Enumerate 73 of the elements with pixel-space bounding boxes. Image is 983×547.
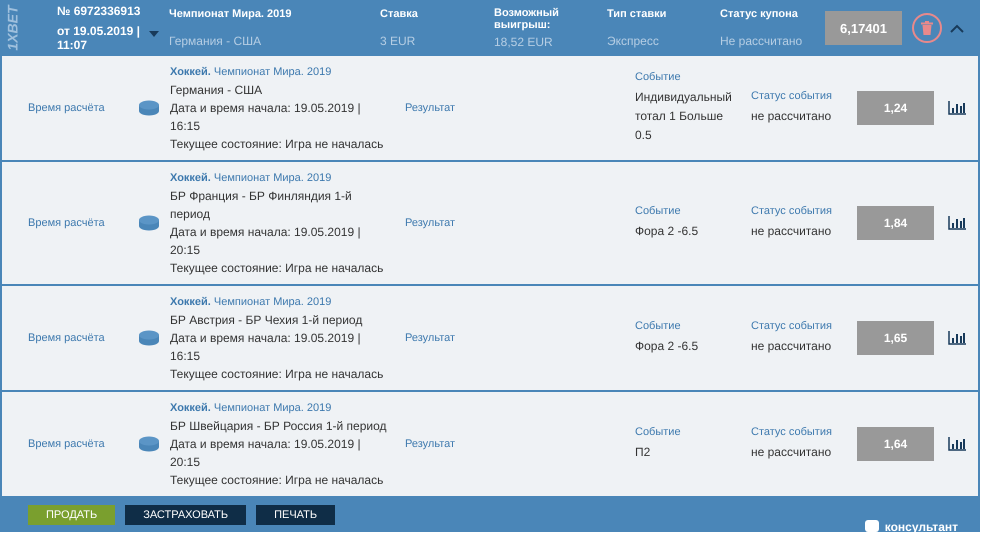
current-state: Текущее состояние: Игра не началась: [170, 136, 384, 153]
column-value: Экспресс: [607, 34, 660, 48]
settle-time-label: Время расчёта: [27, 102, 106, 114]
event-label: Событие: [635, 320, 682, 332]
match-name: БР Швейцария - БР Россия 1-й период: [170, 418, 388, 435]
puck-icon: [138, 436, 160, 452]
start-time: Дата и время начала: 19.05.2019 | 20:15: [170, 224, 362, 259]
bar-chart-icon[interactable]: [948, 437, 966, 451]
result-label: Результат: [405, 332, 456, 344]
settle-time-label: Время расчёта: [27, 217, 106, 229]
status-label: Статус события: [751, 426, 833, 438]
column-label: Чемпионат Мира. 2019: [169, 8, 293, 20]
status-label: Статус события: [751, 90, 833, 102]
league-text: Хоккей. Чемпионат Мира. 2019: [170, 171, 332, 186]
column-value: 18,52 EUR: [494, 35, 554, 49]
event-value: П2: [635, 444, 652, 461]
puck-icon: [138, 215, 160, 231]
puck-icon: [138, 100, 160, 116]
column-label: Возможный выигрыш:: [494, 7, 560, 31]
result-label: Результат: [405, 217, 456, 229]
total-odds: 6,17401: [825, 11, 902, 45]
event-value: Фора 2 -6.5: [635, 338, 700, 355]
match-name: БР Франция - БР Финляндия 1-й период: [170, 188, 353, 223]
bar-chart-icon[interactable]: [948, 216, 966, 230]
chat-label[interactable]: консультант: [884, 520, 958, 534]
status-label: Статус события: [751, 205, 833, 217]
column-value: 3 EUR: [380, 34, 416, 48]
chat-icon[interactable]: [864, 520, 879, 532]
action-button[interactable]: ЗАСТРАХОВАТЬ: [125, 505, 246, 525]
logo: 1XBET: [5, 5, 21, 51]
settle-time-label: Время расчёта: [27, 438, 106, 450]
start-time: Дата и время начала: 19.05.2019 | 16:15: [170, 100, 362, 135]
status-label: Статус события: [751, 320, 833, 332]
bar-chart-icon[interactable]: [948, 331, 966, 345]
start-time: Дата и время начала: 19.05.2019 | 20:15: [170, 436, 362, 471]
event-label: Событие: [635, 205, 682, 217]
event-label: Событие: [635, 71, 682, 83]
coupon-number: № 6972336913: [57, 4, 142, 18]
status-value: не рассчитано: [751, 444, 832, 461]
league-text: Хоккей. Чемпионат Мира. 2019: [170, 401, 332, 416]
column-value: Не рассчитано: [720, 34, 804, 48]
action-button[interactable]: ПЕЧАТЬ: [256, 505, 336, 525]
coupon-date: от 19.05.2019 | 11:07: [57, 24, 141, 52]
puck-icon: [138, 330, 160, 346]
league-text: Хоккей. Чемпионат Мира. 2019: [170, 295, 332, 310]
column-label: Ставка: [380, 8, 419, 20]
settle-time-label: Время расчёта: [27, 332, 106, 344]
odds-value: 1,84: [857, 206, 934, 240]
result-label: Результат: [405, 438, 456, 450]
match-name: БР Австрия - БР Чехия 1-й период: [170, 312, 364, 329]
event-value: Фора 2 -6.5: [635, 223, 700, 240]
column-value: Германия - США: [169, 34, 262, 48]
status-value: не рассчитано: [751, 108, 832, 125]
odds-value: 1,65: [857, 321, 934, 355]
event-value: Индивидуальный тотал 1 Больше 0.5: [635, 89, 733, 144]
column-label: Статус купона: [720, 8, 799, 20]
match-name: Германия - США: [170, 82, 264, 99]
odds-value: 1,24: [857, 91, 934, 125]
current-state: Текущее состояние: Игра не началась: [170, 472, 384, 489]
dropdown-icon[interactable]: [149, 31, 159, 37]
current-state: Текущее состояние: Игра не началась: [170, 260, 384, 277]
collapse-icon[interactable]: [950, 24, 964, 32]
bar-chart-icon[interactable]: [948, 101, 966, 115]
event-label: Событие: [635, 426, 682, 438]
trash-icon: [921, 21, 933, 35]
start-time: Дата и время начала: 19.05.2019 | 16:15: [170, 330, 362, 365]
current-state: Текущее состояние: Игра не началась: [170, 366, 384, 383]
column-label: Тип ставки: [607, 8, 668, 20]
league-text: Хоккей. Чемпионат Мира. 2019: [170, 65, 332, 80]
status-value: не рассчитано: [751, 338, 832, 355]
odds-value: 1,64: [857, 427, 934, 461]
result-label: Результат: [405, 102, 456, 114]
status-value: не рассчитано: [751, 223, 832, 240]
